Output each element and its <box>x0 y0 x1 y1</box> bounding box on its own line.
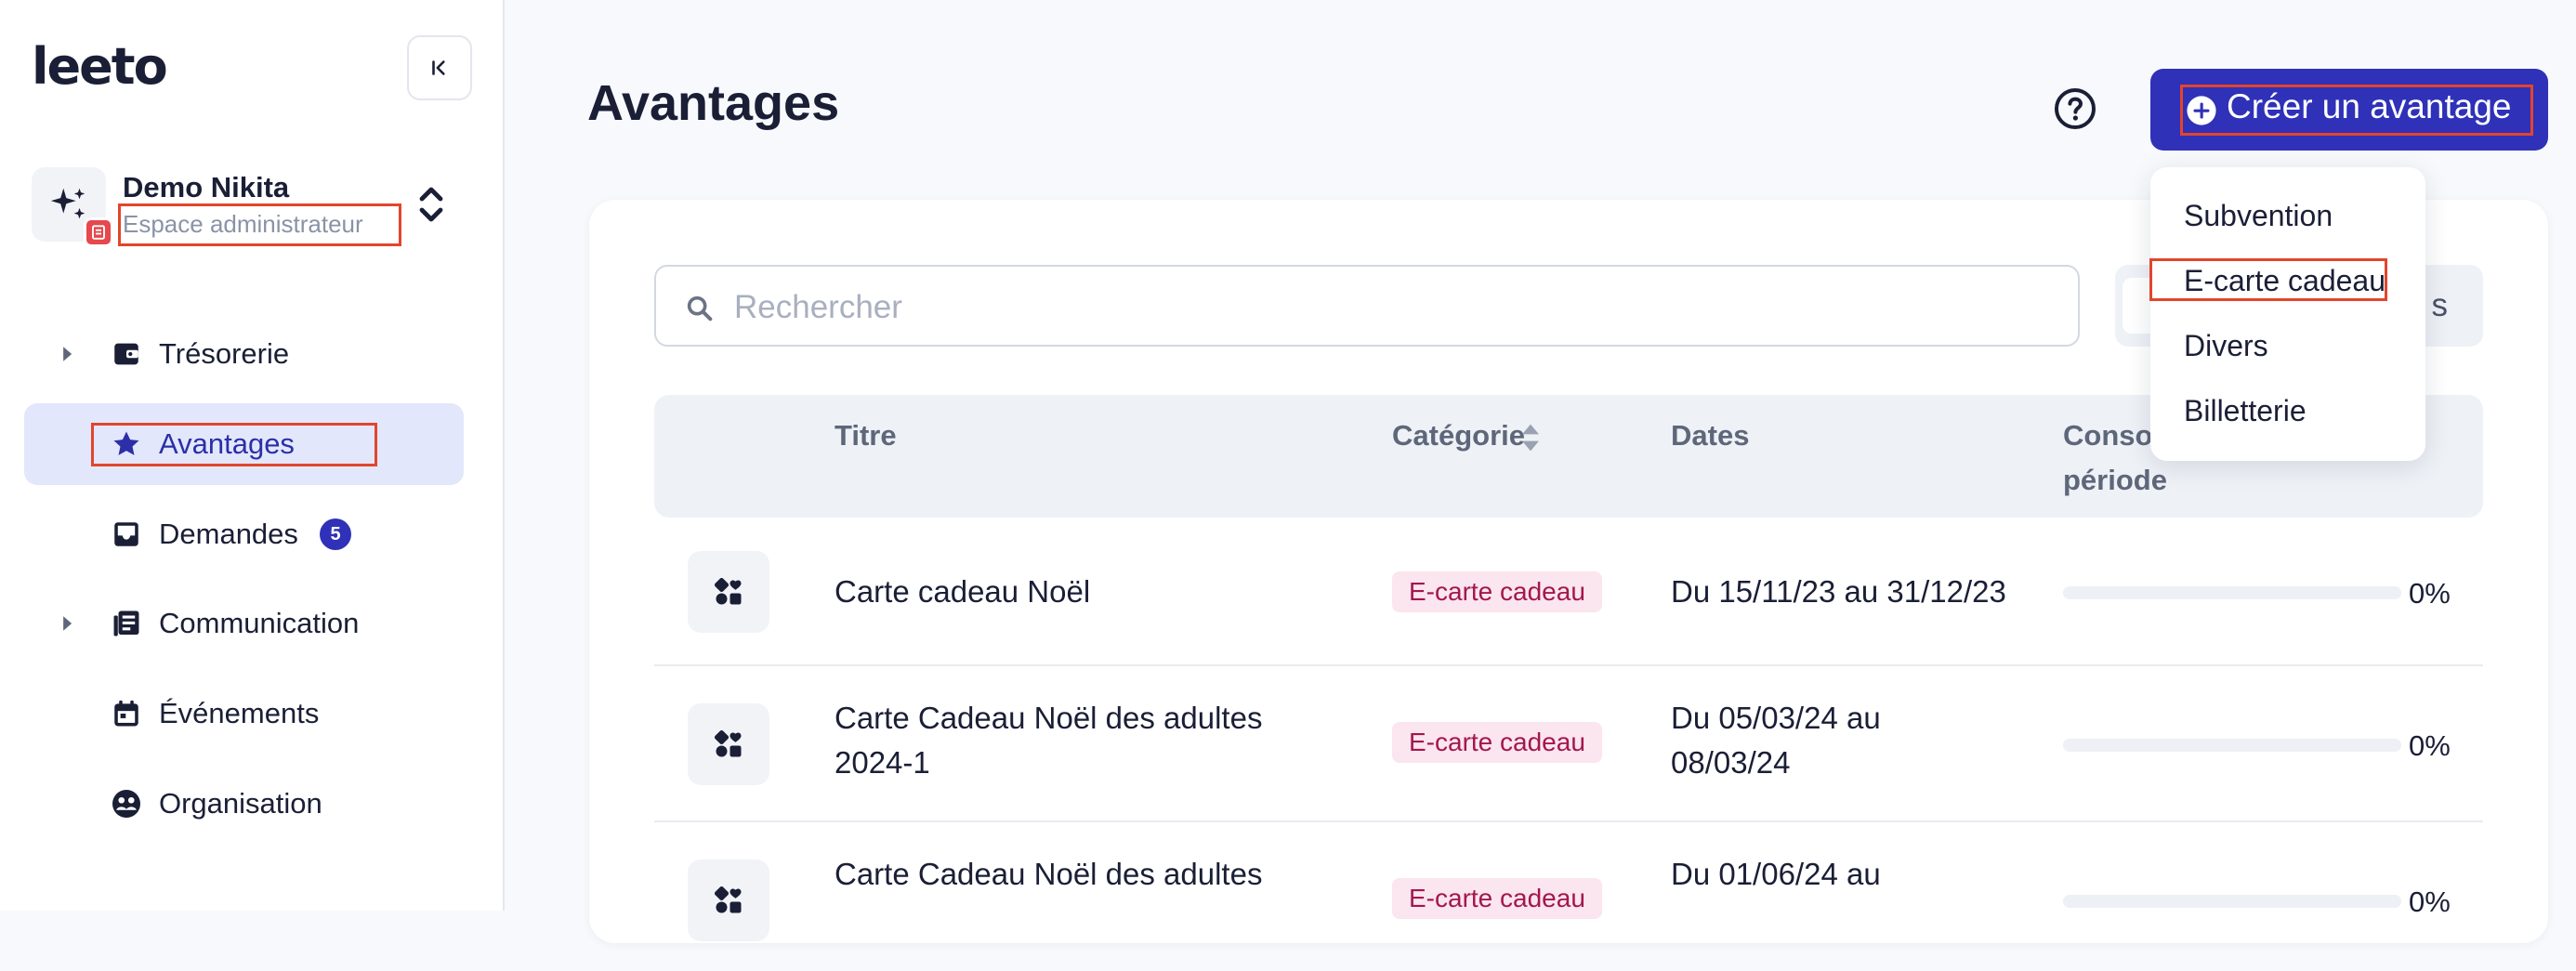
consumption-progress-bar <box>2063 895 2401 908</box>
sidebar-item-label: Demandes <box>159 518 298 550</box>
sort-icon[interactable] <box>1520 421 1541 454</box>
plus-circle-icon <box>2187 96 2216 125</box>
row-dates: Du 01/06/24 au <box>1671 857 1881 891</box>
requests-count-badge: 5 <box>320 518 351 550</box>
menu-item-divers[interactable]: Divers <box>2184 329 2268 363</box>
chevron-up-down-icon <box>419 187 443 222</box>
sidebar-item-label: Organisation <box>159 787 322 820</box>
newspaper-icon <box>108 605 145 642</box>
sidebar-item-evenements[interactable]: Événements <box>24 673 464 754</box>
consumption-percent: 0% <box>2409 729 2451 762</box>
caret-right-icon[interactable] <box>58 345 76 363</box>
gift-category-icon <box>688 859 769 941</box>
menu-item-billetterie[interactable]: Billetterie <box>2184 394 2307 428</box>
column-header-dates[interactable]: Dates <box>1671 413 1749 458</box>
sidebar-item-organisation[interactable]: Organisation <box>24 763 464 845</box>
sidebar-item-tresorerie[interactable]: Trésorerie <box>24 313 464 395</box>
table-row[interactable]: Carte Cadeau Noël des adultes E-carte ca… <box>654 822 2483 971</box>
create-advantage-label: Créer un avantage <box>2227 87 2512 125</box>
wallet-icon <box>108 335 145 373</box>
collapse-sidebar-button[interactable] <box>407 35 472 100</box>
menu-item-e-carte-cadeau[interactable]: E-carte cadeau <box>2184 264 2385 298</box>
sidebar-item-label: Événements <box>159 697 320 729</box>
search-placeholder: Rechercher <box>734 289 902 325</box>
create-advantage-dropdown: Subvention E-carte cadeau Divers Billett… <box>2150 167 2425 461</box>
help-button[interactable] <box>2052 85 2098 132</box>
table-row[interactable]: Carte Cadeau Noël des adultes 2024-1 E-c… <box>654 666 2483 822</box>
column-header-title[interactable]: Titre <box>835 413 897 458</box>
sidebar-item-label: Trésorerie <box>159 337 290 370</box>
menu-item-subvention[interactable]: Subvention <box>2184 199 2333 233</box>
row-dates: Du 15/11/23 au 31/12/23 <box>1671 574 2006 609</box>
consumption-progress-bar <box>2063 739 2401 752</box>
help-circle-icon <box>2055 88 2096 129</box>
row-title[interactable]: Carte cadeau Noël <box>835 570 1318 614</box>
calendar-icon <box>108 695 145 732</box>
row-dates: Du 05/03/24 au 08/03/24 <box>1671 701 1881 780</box>
gift-category-icon <box>688 703 769 785</box>
sidebar-item-label: Communication <box>159 607 360 639</box>
consumption-percent: 0% <box>2409 577 2451 610</box>
leeto-logo[interactable]: leeto <box>32 37 168 96</box>
gift-category-icon <box>688 551 769 633</box>
row-title[interactable]: Carte Cadeau Noël des adultes 2024-1 <box>835 696 1318 785</box>
category-tag: E-carte cadeau <box>1392 878 1602 919</box>
create-advantage-button[interactable]: Créer un avantage <box>2150 69 2548 151</box>
workspace-switcher-button[interactable] <box>413 178 450 230</box>
category-tag: E-carte cadeau <box>1392 571 1602 612</box>
search-icon <box>687 295 713 321</box>
sidebar-item-label: Avantages <box>159 427 295 460</box>
admin-badge-icon <box>84 217 113 247</box>
sidebar-item-avantages[interactable]: Avantages <box>24 403 464 485</box>
column-header-consumption-line2: période <box>2063 464 2167 496</box>
table-row[interactable]: Carte cadeau Noël E-carte cadeau Du 15/1… <box>654 518 2483 666</box>
column-header-category[interactable]: Catégorie <box>1392 413 1525 458</box>
page-title: Avantages <box>587 75 840 131</box>
collapse-left-icon <box>432 60 445 75</box>
consumption-progress-bar <box>2063 586 2401 599</box>
sidebar-item-demandes[interactable]: Demandes 5 <box>24 493 464 575</box>
category-tag: E-carte cadeau <box>1392 722 1602 763</box>
workspace-name[interactable]: Demo Nikita <box>123 171 289 204</box>
team-icon <box>108 785 145 822</box>
sidebar-item-communication[interactable]: Communication <box>24 583 464 664</box>
caret-right-icon[interactable] <box>58 614 76 633</box>
sidebar: leeto Demo Nikita Espace administrateur <box>0 0 505 911</box>
star-icon <box>108 426 145 463</box>
consumption-percent: 0% <box>2409 886 2451 918</box>
sparkles-icon <box>50 188 85 219</box>
filter-label: s <box>2431 287 2449 323</box>
search-input[interactable]: Rechercher <box>654 265 2080 347</box>
workspace-role[interactable]: Espace administrateur <box>123 210 363 239</box>
inbox-icon <box>108 516 145 553</box>
row-title[interactable]: Carte Cadeau Noël des adultes <box>835 852 1318 897</box>
